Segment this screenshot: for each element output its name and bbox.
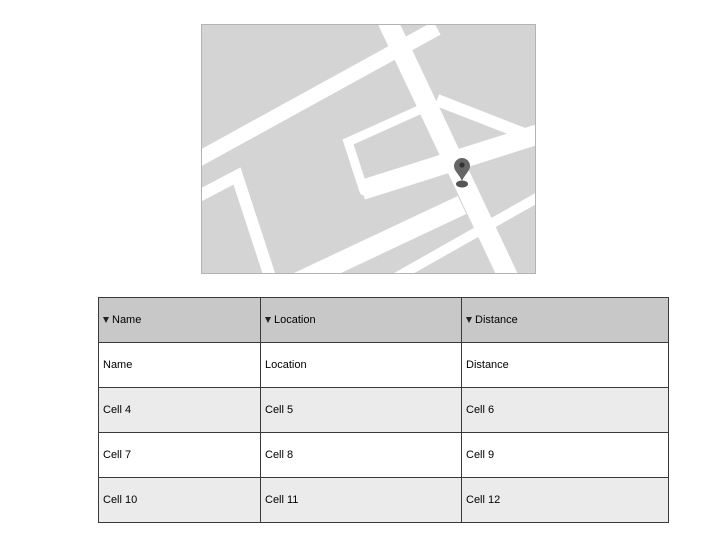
table-cell: Cell 11 <box>260 477 462 523</box>
table-cell: Location <box>260 342 462 388</box>
table-row[interactable]: Cell 7 Cell 8 Cell 9 <box>98 432 669 478</box>
results-table: Name Location Distance Name Location Dis… <box>98 297 669 523</box>
table-cell: Cell 4 <box>98 387 261 433</box>
map-view[interactable] <box>201 24 536 274</box>
table-cell: Cell 8 <box>260 432 462 478</box>
column-header-name[interactable]: Name <box>98 297 261 343</box>
column-header-label: Distance <box>475 314 518 326</box>
map-roads <box>202 25 535 273</box>
table-cell: Cell 10 <box>98 477 261 523</box>
column-header-label: Name <box>112 314 142 326</box>
table-cell: Cell 5 <box>260 387 462 433</box>
sort-down-icon <box>265 317 271 323</box>
column-header-distance[interactable]: Distance <box>461 297 669 343</box>
table-cell: Cell 7 <box>98 432 261 478</box>
road <box>202 167 276 273</box>
table-row[interactable]: Cell 10 Cell 11 Cell 12 <box>98 477 669 523</box>
table-cell: Cell 9 <box>461 432 669 478</box>
sort-down-icon <box>103 317 109 323</box>
table-cell: Name <box>98 342 261 388</box>
table-cell: Cell 6 <box>461 387 669 433</box>
table-cell: Distance <box>461 342 669 388</box>
table-row[interactable]: Name Location Distance <box>98 342 669 388</box>
column-header-label: Location <box>274 314 316 326</box>
table-row[interactable]: Cell 4 Cell 5 Cell 6 <box>98 387 669 433</box>
table-header-row: Name Location Distance <box>98 297 669 343</box>
table-cell: Cell 12 <box>461 477 669 523</box>
road <box>294 195 467 273</box>
sort-down-icon <box>466 317 472 323</box>
column-header-location[interactable]: Location <box>260 297 462 343</box>
